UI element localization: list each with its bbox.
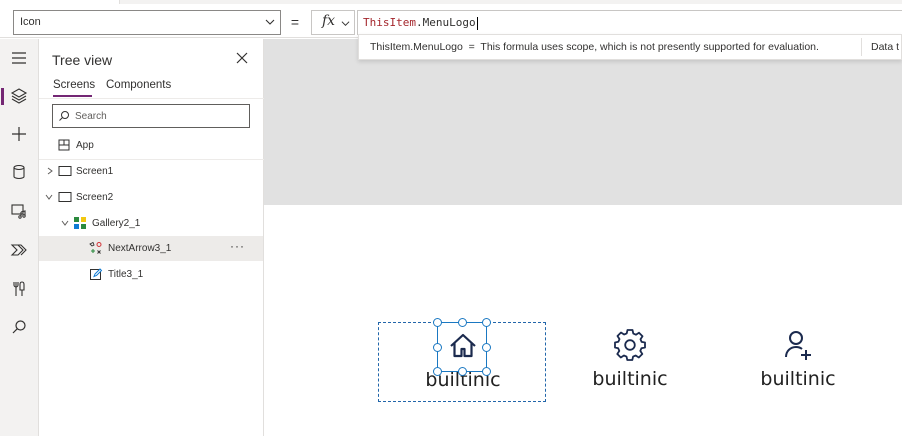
tree-item-screen2[interactable]: Screen2 bbox=[39, 185, 263, 210]
chevron-down-icon bbox=[265, 19, 275, 25]
resize-handle[interactable] bbox=[433, 318, 442, 327]
formula-bar: Icon = fx ThisItem.MenuLogo bbox=[0, 4, 902, 38]
media-icon[interactable] bbox=[9, 201, 29, 221]
more-options-button[interactable]: ··· bbox=[230, 239, 245, 253]
formula-evaluation-tooltip: ThisItem.MenuLogo = This formula uses sc… bbox=[358, 34, 902, 60]
formula-text: .MenuLogo bbox=[415, 16, 476, 29]
resize-handle[interactable] bbox=[458, 367, 467, 376]
chevron-down-icon[interactable] bbox=[61, 219, 69, 227]
tree-item-label: Title3_1 bbox=[108, 269, 144, 280]
tree-item-label: Screen2 bbox=[76, 192, 114, 203]
active-indicator bbox=[1, 88, 4, 105]
gallery-item-title[interactable]: builtinic bbox=[714, 368, 882, 390]
tree-item-title[interactable]: Title3_1 bbox=[39, 262, 263, 287]
tree-search-box[interactable] bbox=[52, 104, 250, 128]
selection-box[interactable] bbox=[433, 318, 491, 376]
tools-icon[interactable] bbox=[9, 279, 29, 299]
label-edit-icon bbox=[90, 268, 103, 280]
database-icon[interactable] bbox=[9, 162, 29, 182]
search-icon[interactable] bbox=[9, 317, 29, 337]
app-icon bbox=[58, 139, 70, 151]
close-icon[interactable] bbox=[235, 51, 249, 65]
tab-components[interactable]: Components bbox=[106, 79, 171, 91]
layers-icon[interactable] bbox=[9, 86, 29, 106]
tree-item-app[interactable]: App bbox=[39, 133, 263, 158]
resize-handle[interactable] bbox=[458, 318, 467, 327]
function-button[interactable]: fx bbox=[311, 10, 355, 35]
text-caret bbox=[476, 16, 478, 30]
tree-item-label: NextArrow3_1 bbox=[108, 243, 172, 254]
tree-view-title: Tree view bbox=[52, 52, 113, 68]
screen-icon bbox=[58, 192, 72, 202]
search-icon bbox=[59, 111, 69, 121]
property-dropdown[interactable]: Icon bbox=[13, 10, 281, 35]
plus-icon[interactable] bbox=[9, 124, 29, 144]
tree-item-label: Screen1 bbox=[76, 166, 114, 177]
tab-underline bbox=[53, 95, 92, 97]
gear-icon[interactable] bbox=[613, 328, 647, 362]
divider bbox=[39, 98, 264, 99]
screen-icon bbox=[58, 166, 72, 176]
icon-control-icon bbox=[89, 241, 102, 254]
evaluation-message: ThisItem.MenuLogo = This formula uses sc… bbox=[370, 41, 819, 53]
resize-handle[interactable] bbox=[482, 367, 491, 376]
chevron-right-icon[interactable] bbox=[46, 167, 54, 175]
tree-item-label: App bbox=[76, 140, 94, 151]
resize-handle[interactable] bbox=[433, 343, 442, 352]
fx-icon: fx bbox=[322, 13, 336, 29]
gallery-item[interactable]: builtinic bbox=[546, 322, 714, 402]
add-user-icon[interactable] bbox=[781, 328, 815, 362]
gallery-icon bbox=[74, 217, 86, 229]
data-type-label: Data t bbox=[871, 41, 900, 53]
tree-item-label: Gallery2_1 bbox=[92, 218, 141, 229]
gallery-item[interactable]: builtinic bbox=[714, 322, 882, 402]
formula-keyword: ThisItem bbox=[363, 16, 416, 29]
tree-item-gallery[interactable]: Gallery2_1 bbox=[39, 211, 263, 236]
tree-view-pane: Tree view Screens Components App Screen1… bbox=[39, 39, 264, 436]
formula-input[interactable]: ThisItem.MenuLogo bbox=[357, 10, 902, 35]
canvas-backdrop bbox=[264, 60, 902, 205]
chevron-down-icon bbox=[341, 21, 350, 27]
gallery-item-title[interactable]: builtinic bbox=[546, 368, 714, 390]
power-automate-icon[interactable] bbox=[9, 240, 29, 260]
tree-item-screen1[interactable]: Screen1 bbox=[39, 159, 263, 184]
chevron-down-icon[interactable] bbox=[45, 193, 53, 201]
left-rail bbox=[0, 39, 39, 436]
divider bbox=[861, 38, 862, 56]
tree-search-input[interactable] bbox=[75, 108, 245, 124]
resize-handle[interactable] bbox=[482, 343, 491, 352]
tab-screens[interactable]: Screens bbox=[53, 79, 95, 91]
equals-sign: = bbox=[290, 14, 300, 30]
canvas-backdrop bbox=[264, 39, 358, 60]
hamburger-menu-icon[interactable] bbox=[9, 48, 29, 68]
resize-handle[interactable] bbox=[433, 367, 442, 376]
property-dropdown-value: Icon bbox=[20, 16, 41, 28]
tree-item-next-arrow[interactable]: NextArrow3_1 ··· bbox=[39, 236, 263, 261]
resize-handle[interactable] bbox=[482, 318, 491, 327]
